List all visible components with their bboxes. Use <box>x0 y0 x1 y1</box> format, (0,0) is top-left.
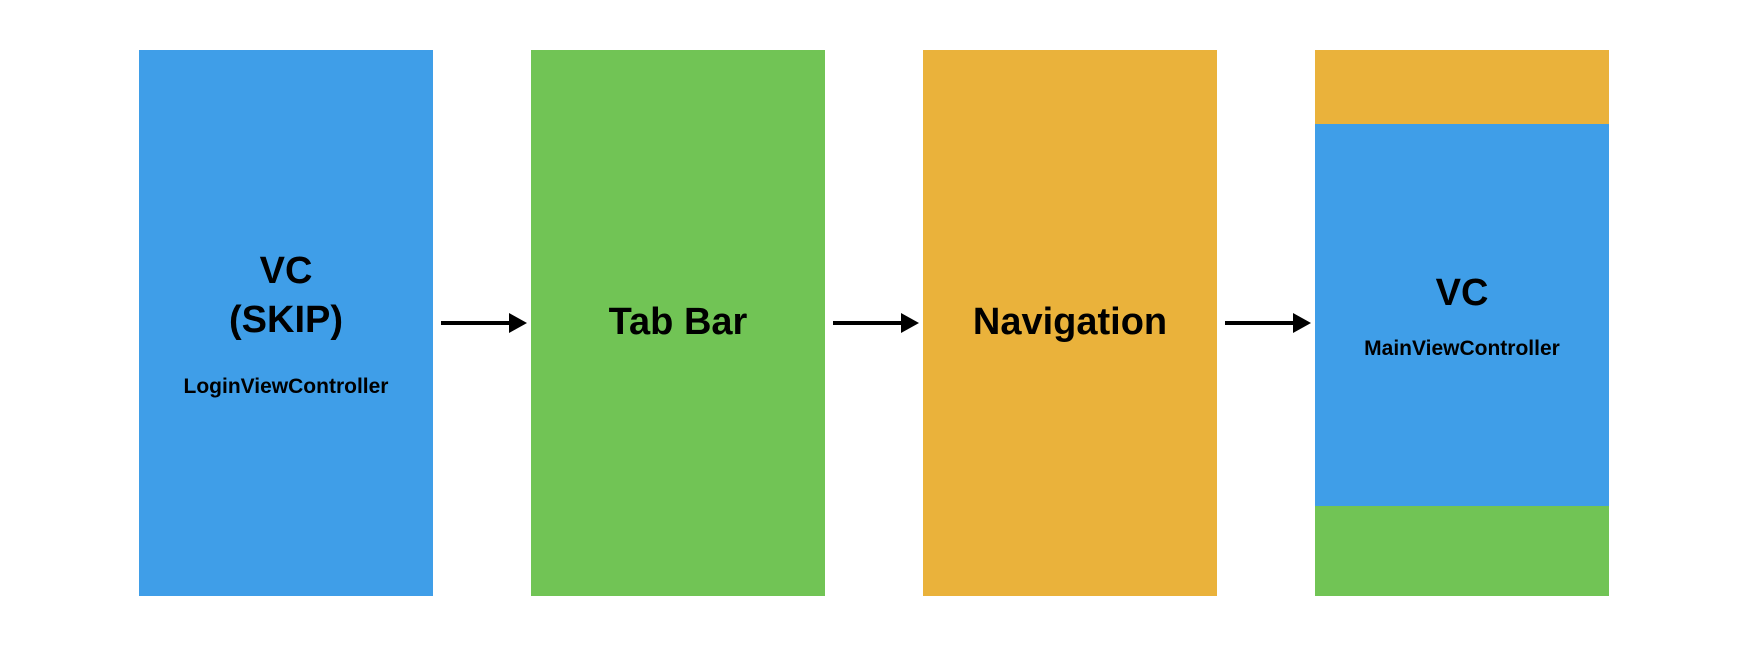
block-tab-bar: Tab Bar <box>531 50 825 596</box>
arrow-3 <box>1217 309 1315 337</box>
diagram-container: VC (SKIP) LoginViewController Tab Bar Na… <box>0 0 1748 646</box>
block-title: VC <box>1436 269 1489 318</box>
arrow-1 <box>433 309 531 337</box>
block-navigation: Navigation <box>923 50 1217 596</box>
arrow-right-icon <box>1221 309 1311 337</box>
block-title: Navigation <box>973 298 1167 347</box>
block-title-line2: (SKIP) <box>229 299 343 341</box>
block-login-vc: VC (SKIP) LoginViewController <box>139 50 433 596</box>
block-title: VC (SKIP) <box>229 247 343 346</box>
block-subtitle: MainViewController <box>1364 337 1560 361</box>
block-title-line1: VC <box>260 250 313 292</box>
layer-tab-bar <box>1315 506 1609 596</box>
arrow-2 <box>825 309 923 337</box>
block-subtitle: LoginViewController <box>184 375 389 399</box>
arrow-right-icon <box>829 309 919 337</box>
arrow-right-icon <box>437 309 527 337</box>
layer-main-content: VC MainViewController <box>1315 124 1609 506</box>
block-title: Tab Bar <box>609 298 748 347</box>
block-main-vc: VC MainViewController <box>1315 50 1609 596</box>
layer-navigation-bar <box>1315 50 1609 124</box>
